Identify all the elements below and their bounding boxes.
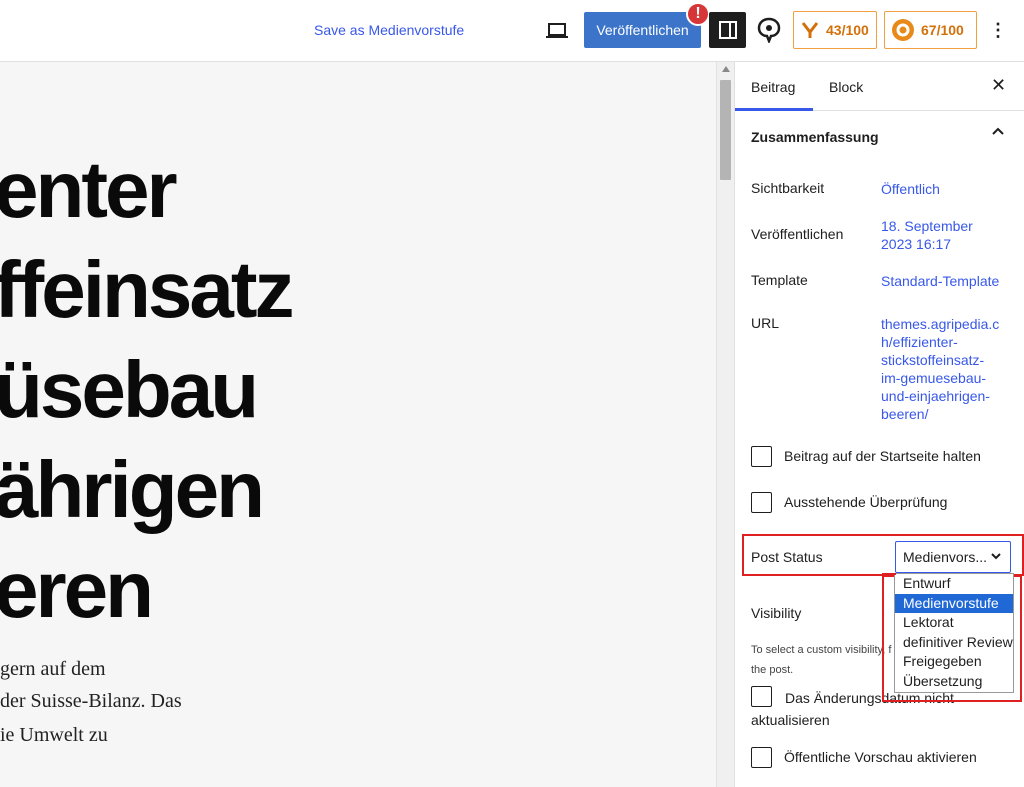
url-line: h/effizienter- xyxy=(881,334,958,350)
paragraph-line[interactable]: ie Umwelt zu xyxy=(0,724,108,747)
url-line: beeren/ xyxy=(881,406,929,422)
url-label: URL xyxy=(751,315,780,331)
chevron-up-icon[interactable] xyxy=(991,126,1005,136)
sticky-checkbox-row[interactable]: Beitrag auf der Startseite halten xyxy=(751,444,981,468)
template-label: Template xyxy=(751,272,808,288)
post-status-label: Post Status xyxy=(751,549,823,565)
yoast-seo-score-button[interactable]: 43/100 xyxy=(793,11,877,49)
readability-score-button[interactable]: 67/100 xyxy=(884,11,977,49)
no-update-date-label-line2: aktualisieren xyxy=(751,712,830,728)
pending-review-label: Ausstehende Überprüfung xyxy=(784,494,948,510)
headline-line[interactable]: ährigen xyxy=(0,450,265,530)
editor-header: Save as Medienvorstufe Veröffentlichen !… xyxy=(0,0,1024,62)
annotation-line xyxy=(882,573,884,700)
url-line: im-gemuesebau- xyxy=(881,370,987,386)
publish-time-line: 2023 16:17 xyxy=(881,236,952,252)
public-preview-checkbox[interactable] xyxy=(751,746,772,768)
pending-review-checkbox[interactable] xyxy=(751,491,772,513)
canvas-scrollbar[interactable] xyxy=(716,62,734,787)
pending-review-checkbox-row[interactable]: Ausstehende Überprüfung xyxy=(751,490,947,514)
publish-button[interactable]: Veröffentlichen xyxy=(584,12,701,48)
paragraph-line[interactable]: gern auf dem xyxy=(0,658,106,681)
headline-line[interactable]: üsebau xyxy=(0,350,259,430)
post-status-dropdown[interactable]: Entwurf Medienvorstufe Lektorat definiti… xyxy=(894,573,1014,693)
sidebar-icon xyxy=(718,21,737,39)
scroll-thumb[interactable] xyxy=(720,80,731,180)
sticky-checkbox-label: Beitrag auf der Startseite halten xyxy=(784,448,981,464)
public-preview-row[interactable]: Öffentliche Vorschau aktivieren xyxy=(751,745,977,769)
status-option-entwurf[interactable]: Entwurf xyxy=(895,574,1013,594)
custom-visibility-help: To select a custom visibility, f the pos… xyxy=(751,644,892,676)
sticky-checkbox[interactable] xyxy=(751,445,772,467)
visibility-label: Sichtbarkeit xyxy=(751,180,825,196)
close-icon[interactable]: ✕ xyxy=(991,75,1006,96)
no-update-date-checkbox[interactable] xyxy=(751,686,772,707)
settings-toggle-button[interactable] xyxy=(709,12,746,48)
tab-block[interactable]: Block xyxy=(829,79,863,95)
more-options-button[interactable]: ⋮ xyxy=(988,16,1008,44)
status-option-uebersetzung[interactable]: Übersetzung xyxy=(895,672,1013,692)
comment-bubble-icon xyxy=(757,17,781,43)
headline-line[interactable]: ffeinsatz xyxy=(0,250,294,330)
url-line: und-einjaehrigen- xyxy=(881,388,990,404)
url-link[interactable]: themes.agripedia.c h/effizienter- sticks… xyxy=(881,315,999,423)
publish-date-link[interactable]: 18. September 2023 16:17 xyxy=(881,217,973,253)
headline-line[interactable]: enter xyxy=(0,150,178,230)
scroll-up-arrow-icon[interactable] xyxy=(722,66,730,72)
no-update-date-row[interactable] xyxy=(751,686,772,707)
yoast-icon xyxy=(801,22,819,38)
annotation-line xyxy=(882,573,896,575)
status-option-definitiver-review[interactable]: definitiver Review xyxy=(895,633,1013,653)
alert-badge: ! xyxy=(686,2,710,26)
post-status-select[interactable]: Medienvors... xyxy=(895,541,1011,573)
public-preview-label: Öffentliche Vorschau aktivieren xyxy=(784,749,977,765)
template-link[interactable]: Standard-Template xyxy=(881,272,999,290)
status-option-medienvorstufe[interactable]: Medienvorstufe xyxy=(895,593,1013,613)
paragraph-line[interactable]: der Suisse-Bilanz. Das xyxy=(0,690,182,713)
headline-line[interactable]: eren xyxy=(0,550,154,630)
url-line: stickstoffeinsatz- xyxy=(881,352,985,368)
laptop-icon xyxy=(546,23,568,38)
sidebar-tabs: Beitrag Block ✕ xyxy=(735,62,1024,111)
visibility-link[interactable]: Öffentlich xyxy=(881,180,940,198)
tab-post[interactable]: Beitrag xyxy=(751,79,795,95)
active-tab-indicator xyxy=(735,108,813,111)
summary-panel-title[interactable]: Zusammenfassung xyxy=(751,129,879,145)
seo-score: 43/100 xyxy=(826,22,869,38)
comments-button[interactable] xyxy=(754,14,784,46)
post-status-selected-value: Medienvors... xyxy=(903,549,988,565)
publish-date-line: 18. September xyxy=(881,218,973,234)
url-line: themes.agripedia.c xyxy=(881,316,1000,332)
preview-button[interactable] xyxy=(544,18,570,44)
status-option-freigegeben[interactable]: Freigegeben xyxy=(895,652,1013,672)
status-option-lektorat[interactable]: Lektorat xyxy=(895,613,1013,633)
editor-canvas[interactable]: enter ffeinsatz üsebau ährigen eren gern… xyxy=(0,62,716,787)
readability-score: 67/100 xyxy=(921,22,964,38)
visibility-section-label: Visibility xyxy=(751,605,802,621)
gear-score-icon xyxy=(892,19,914,41)
save-draft-button[interactable]: Save as Medienvorstufe xyxy=(314,22,464,38)
chevron-down-icon xyxy=(991,553,1001,560)
publish-date-label: Veröffentlichen xyxy=(751,226,844,242)
